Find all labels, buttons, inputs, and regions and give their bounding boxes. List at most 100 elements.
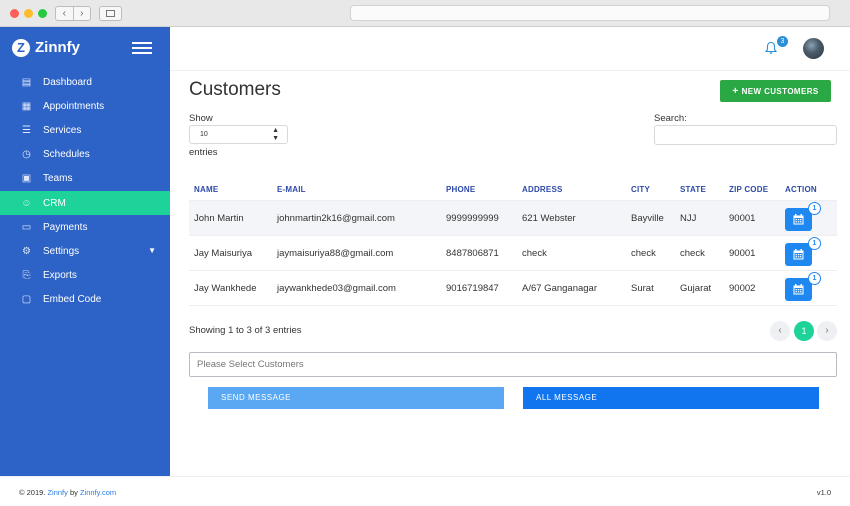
sidebar-item-teams[interactable]: ▣ Teams [0,167,170,191]
entries-label: entries [189,147,218,158]
credit-card-icon: ▭ [21,221,32,233]
entries-per-page-select[interactable]: 10 ▲ ▼ [189,125,288,144]
users-icon: ▣ [21,173,32,185]
by-text: by [67,488,80,497]
cell-address: check [522,248,547,259]
sidebar-item-label: Embed Code [43,294,102,306]
pagination-prev-button[interactable]: ‹ [770,321,790,341]
sidebar-item-label: Services [43,124,82,136]
close-window-button[interactable] [10,9,19,18]
appointment-count-badge: 1 [808,237,821,250]
sidebar: Z Zinnfy ▤ Dashboard ▦ Appointments ☰ Se… [0,27,170,476]
plus-icon: + [732,85,739,97]
sidebar-item-label: Teams [43,173,73,185]
cell-state: check [680,248,705,259]
sidebar-item-label: Appointments [43,100,105,112]
cell-state: Gujarat [680,283,712,294]
logo-icon: Z [12,39,30,57]
sidebar-item-label: CRM [43,197,66,209]
address-bar[interactable] [350,5,830,21]
cell-address: 621 Webster [522,213,576,224]
new-customers-button[interactable]: + NEW CUSTOMERS [720,80,831,102]
sidebar-item-label: Schedules [43,149,90,161]
sidebar-item-crm[interactable]: ☺ CRM [0,190,170,216]
appointment-count-badge: 1 [808,272,821,285]
cell-email: jaywankhede03@gmail.com [277,283,396,294]
show-label: Show [189,113,213,124]
cell-phone: 9016719847 [446,283,499,294]
cell-city: check [631,248,656,259]
chevron-down-icon: ▼ [148,246,156,256]
new-customers-label: NEW CUSTOMERS [741,86,819,96]
sidebar-item-label: Exports [43,270,77,282]
clock-icon: ◷ [22,149,31,161]
sidebar-item-payments[interactable]: ▭ Payments [0,215,170,239]
sidebar-item-label: Dashboard [43,76,92,88]
cell-phone: 8487806871 [446,248,499,259]
cell-state: NJJ [680,213,697,224]
select-customers-input[interactable]: Please Select Customers [189,352,837,377]
sidebar-item-embed-code[interactable]: ▢ Embed Code [0,288,170,312]
sidebar-item-settings[interactable]: ⚙ Settings ▼ [0,239,170,263]
sort-arrows-icon: ▲ ▼ [272,127,279,142]
cell-zip: 90001 [729,248,756,259]
maximize-window-button[interactable] [38,9,47,18]
footer-copyright: © 2019. Zinnfy by Zinnfy.com [19,488,116,497]
copyright-text: © 2019. [19,488,48,497]
calendar-icon [793,249,804,260]
search-input[interactable] [654,125,837,145]
cell-address: A/67 Ganganagar [522,283,598,294]
column-header-email[interactable]: E-MAIL [277,185,306,194]
footer: © 2019. Zinnfy by Zinnfy.com v1.0 [0,476,850,506]
column-header-address[interactable]: ADDRESS [522,185,563,194]
table-row: John Martin johnmartin2k16@gmail.com 999… [189,200,837,235]
column-header-phone[interactable]: PHONE [446,185,475,194]
site-link[interactable]: Zinnfy.com [80,488,116,497]
sidebar-item-services[interactable]: ☰ Services [0,118,170,142]
brand-link[interactable]: Zinnfy [47,488,67,497]
cell-zip: 90001 [729,213,756,224]
column-header-zip-code[interactable]: ZIP CODE [729,185,768,194]
calendar-icon [793,284,804,295]
send-message-button[interactable]: SEND MESSAGE [208,387,504,409]
column-header-name[interactable]: NAME [194,185,218,194]
sidebar-item-schedules[interactable]: ◷ Schedules [0,143,170,167]
cell-email: jaymaisuriya88@gmail.com [277,248,394,259]
sidebar-item-dashboard[interactable]: ▤ Dashboard [0,70,170,94]
cell-email: johnmartin2k16@gmail.com [277,213,395,224]
table-divider [189,305,837,306]
cell-city: Bayville [631,213,664,224]
browser-chrome: ‹ › [0,0,850,27]
column-header-state[interactable]: STATE [680,185,706,194]
avatar[interactable] [803,38,824,59]
top-bar: 3 [170,27,850,71]
sidebar-item-appointments[interactable]: ▦ Appointments [0,94,170,118]
sidebar-toggle-icon[interactable] [99,6,122,21]
gear-icon: ⚙ [22,245,31,257]
notification-badge: 3 [777,36,788,47]
page-title: Customers [189,79,281,100]
monitor-icon: ▢ [21,294,32,306]
pagination-page-1[interactable]: 1 [794,321,814,341]
entries-per-page-value: 10 [200,131,208,138]
showing-entries-text: Showing 1 to 3 of 3 entries [189,325,302,336]
sidebar-menu: ▤ Dashboard ▦ Appointments ☰ Services ◷ … [0,70,170,312]
back-icon[interactable]: ‹ [56,7,74,20]
minimize-window-button[interactable] [24,9,33,18]
cell-name: Jay Wankhede [194,283,257,294]
sidebar-item-exports[interactable]: ⎘ Exports [0,264,170,288]
pagination-next-button[interactable]: › [817,321,837,341]
sidebar-item-label: Settings [43,245,80,257]
cell-zip: 90002 [729,283,756,294]
table-header: NAME E-MAIL PHONE ADDRESS CITY STATE ZIP… [189,182,837,200]
calendar-icon: ▦ [21,100,32,112]
cell-name: John Martin [194,213,244,224]
cell-phone: 9999999999 [446,213,499,224]
forward-icon[interactable]: › [74,7,91,20]
table-row: Jay Maisuriya jaymaisuriya88@gmail.com 8… [189,235,837,270]
cell-name: Jay Maisuriya [194,248,253,259]
column-header-city[interactable]: CITY [631,185,650,194]
all-message-button[interactable]: ALL MESSAGE [523,387,819,409]
bell-icon[interactable] [764,41,778,55]
hamburger-menu-icon[interactable] [132,42,152,54]
